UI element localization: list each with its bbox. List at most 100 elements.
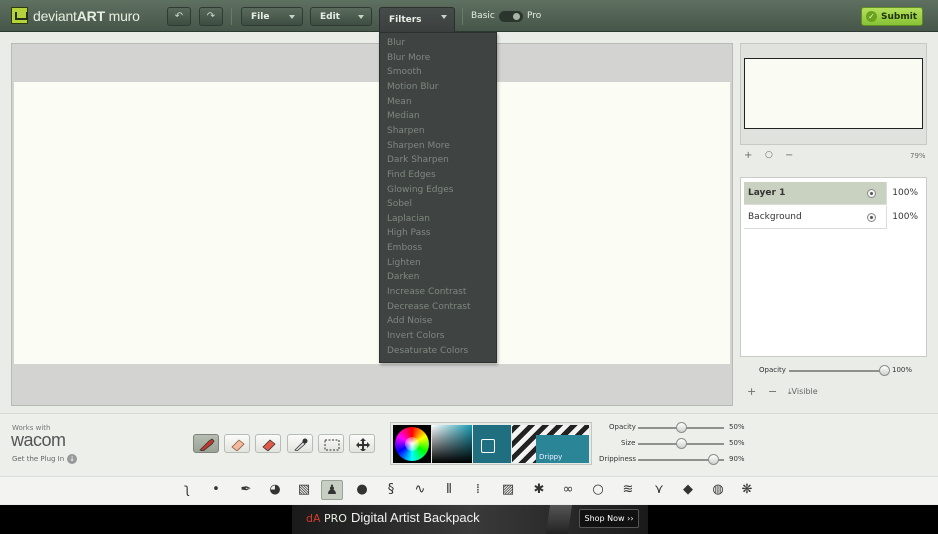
grass-brush-icon[interactable]: ⋎ [648, 480, 670, 500]
filter-menu-item[interactable]: Find Edges [387, 170, 436, 180]
mode-toggle[interactable] [499, 11, 523, 22]
get-plugin-link[interactable]: Get the Plug In ↓ [12, 454, 78, 464]
navigator-preview[interactable] [744, 58, 923, 129]
chevron-down-icon [358, 15, 364, 19]
drippiness-handle[interactable] [708, 454, 719, 465]
mode-basic-label[interactable]: Basic [471, 11, 495, 21]
layer-opacity-slider[interactable] [789, 370, 884, 372]
layer-opacity-handle[interactable] [879, 365, 890, 376]
brush-icon [199, 438, 215, 451]
eyedropper-tool-button[interactable] [287, 434, 313, 453]
filter-menu-item[interactable]: Dark Sharpen [387, 155, 449, 165]
color-shade-picker[interactable] [432, 425, 472, 463]
eraser-icon [231, 439, 245, 451]
drop-brush-icon[interactable]: ◆ [677, 480, 699, 500]
swirl-brush-icon[interactable]: ∿ [409, 480, 431, 500]
ad-brand: dA PRO [306, 512, 347, 525]
zoom-reset-icon[interactable]: ○ [765, 150, 773, 160]
filter-menu-item[interactable]: Desaturate Colors [387, 346, 468, 356]
brush-size-value: 50% [729, 439, 745, 447]
smudge-icon [262, 439, 276, 451]
layer-opacity[interactable]: 100% [886, 182, 926, 205]
filter-menu-item[interactable]: Median [387, 111, 420, 121]
visible-label: Visible [791, 387, 818, 396]
file-menu-button[interactable]: File [241, 7, 303, 26]
filter-menu-item[interactable]: Decrease Contrast [387, 302, 471, 312]
filter-menu-item[interactable]: Motion Blur [387, 82, 438, 92]
move-icon [356, 438, 370, 451]
zoom-level: 79% [910, 152, 926, 160]
toolbar-divider [462, 8, 463, 25]
filter-menu-item[interactable]: Darken [387, 272, 419, 282]
mode-pro-label[interactable]: Pro [527, 11, 541, 21]
selection-tool-button[interactable] [318, 434, 344, 453]
bubble-brush-icon[interactable]: ○ [587, 480, 609, 500]
zoom-in-icon[interactable]: + [744, 150, 752, 161]
submit-button[interactable]: ✓ Submit [861, 7, 923, 26]
fur-brush-icon[interactable]: ✱ [528, 480, 550, 500]
app-logo[interactable]: deviantART muro [11, 7, 140, 24]
zoom-out-icon[interactable]: − [785, 150, 793, 161]
filter-menu-item[interactable]: Invert Colors [387, 331, 445, 341]
chevron-down-icon [441, 15, 447, 19]
remove-layer-icon[interactable]: − [768, 385, 777, 398]
redo-button[interactable]: ↷ [199, 7, 223, 26]
filter-menu-item[interactable]: Blur More [387, 53, 430, 63]
visibility-icon[interactable] [867, 189, 876, 198]
diagonal-brush-icon[interactable]: ▨ [497, 480, 519, 500]
edit-menu-button[interactable]: Edit [310, 7, 372, 26]
airbrush-icon[interactable]: • [205, 480, 227, 500]
filter-menu-item[interactable]: Mean [387, 97, 412, 107]
eraser-tool-button[interactable] [224, 434, 250, 453]
filter-menu-item[interactable]: Add Noise [387, 316, 432, 326]
hue-wheel[interactable] [395, 427, 429, 461]
move-tool-button[interactable] [349, 434, 375, 453]
filter-menu-item[interactable]: Blur [387, 38, 405, 48]
filter-menu-item[interactable]: Sharpen More [387, 141, 450, 151]
shop-now-button[interactable]: Shop Now ›› [579, 509, 639, 528]
undo-button[interactable]: ↶ [167, 7, 191, 26]
filters-menu-button[interactable]: Filters [379, 7, 455, 32]
dots-brush-icon[interactable]: ⁞ [467, 480, 489, 500]
visible-toggle[interactable]: ⤓Visible [788, 387, 818, 397]
filter-menu-item[interactable]: Sharpen [387, 126, 425, 136]
brush-size-handle[interactable] [676, 438, 687, 449]
add-layer-icon[interactable]: + [747, 385, 756, 398]
filter-menu-item[interactable]: Smooth [387, 67, 422, 77]
feather-brush-icon[interactable]: ≋ [617, 480, 639, 500]
filter-menu-item[interactable]: Increase Contrast [387, 287, 466, 297]
layer-opacity-value: 100% [892, 366, 913, 374]
app-title: deviantART muro [33, 7, 140, 24]
zoom-controls: + ○ − 79% [743, 150, 927, 163]
drippy-brush-icon[interactable]: ♟ [321, 480, 343, 500]
filter-menu-item[interactable]: Sobel [387, 199, 412, 209]
pattern-brush-icon[interactable]: ◕ [264, 480, 286, 500]
drawing-canvas[interactable] [14, 82, 730, 364]
filter-menu-item[interactable]: Glowing Edges [387, 185, 453, 195]
lines-brush-icon[interactable]: ⦀ [438, 480, 460, 500]
ad-brand-pro: PRO [320, 512, 347, 525]
filter-menu-item[interactable]: High Pass [387, 228, 430, 238]
brush-opacity-value: 50% [729, 423, 745, 431]
pen-brush-icon[interactable]: ʅ [176, 480, 198, 500]
layer-opacity[interactable]: 100% [886, 206, 926, 229]
brush-tool-button[interactable] [193, 434, 219, 453]
texture-brush-icon[interactable]: ❋ [736, 480, 758, 500]
smudge-tool-button[interactable] [255, 434, 281, 453]
filter-menu-item[interactable]: Lighten [387, 258, 421, 268]
spring-brush-icon[interactable]: § [380, 480, 402, 500]
filter-menu-item[interactable]: Emboss [387, 243, 422, 253]
current-color-swatch[interactable] [473, 425, 511, 463]
chain-brush-icon[interactable]: ∞ [557, 480, 579, 500]
marquee-select-icon [324, 439, 340, 451]
visibility-icon[interactable] [867, 213, 876, 222]
layer-row-layer-1[interactable]: Layer 1 100% [744, 182, 926, 205]
splatter-brush-icon[interactable]: ● [351, 480, 373, 500]
layer-row-background[interactable]: Background 100% [744, 206, 926, 229]
brush-opacity-handle[interactable] [676, 422, 687, 433]
calligraphy-brush-icon[interactable]: ✒ [235, 480, 257, 500]
hatch-brush-icon[interactable]: ▧ [293, 480, 315, 500]
sphere-brush-icon[interactable]: ◍ [707, 480, 729, 500]
chevron-down-icon [289, 15, 295, 19]
filter-menu-item[interactable]: Laplacian [387, 214, 430, 224]
